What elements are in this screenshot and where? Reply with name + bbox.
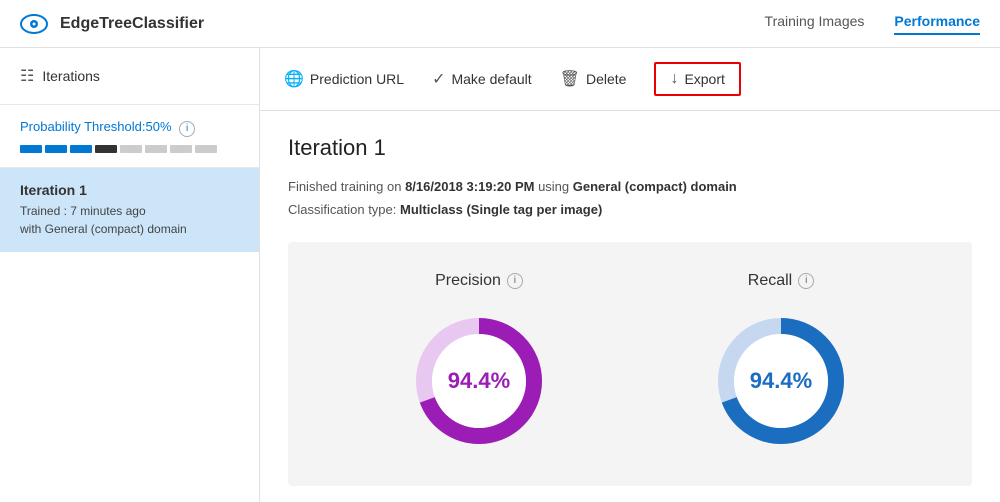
toolbar: 🌐 Prediction URL ✓ Make default 🗑 Delete… <box>260 48 1000 111</box>
performance-area: Iteration 1 Finished training on 8/16/20… <box>260 111 1000 502</box>
eye-icon <box>20 10 48 38</box>
iteration-trained-line2: with General (compact) domain <box>20 220 239 238</box>
charts-area: Precision i 94.4% <box>288 242 972 486</box>
recall-chart: Recall i 94.4% <box>706 272 856 456</box>
delete-button[interactable]: 🗑 Delete <box>560 69 627 89</box>
probability-slider[interactable] <box>20 145 239 153</box>
iterations-icon: ☷ <box>20 66 34 86</box>
prediction-url-button[interactable]: 🌐 Prediction URL <box>284 69 404 89</box>
precision-info-icon[interactable]: i <box>507 273 523 289</box>
export-icon: ↓ <box>670 70 678 88</box>
sidebar-title: Iterations <box>42 68 100 84</box>
sidebar-header: ☷ Iterations <box>0 48 259 105</box>
nav-training-images[interactable]: Training Images <box>765 13 865 35</box>
make-default-button[interactable]: ✓ Make default <box>432 69 532 89</box>
probability-section: Probability Threshold:50% i <box>0 105 259 168</box>
trash-icon: 🗑 <box>560 69 580 89</box>
probability-info-icon[interactable]: i <box>179 121 195 137</box>
sidebar: ☷ Iterations Probability Threshold:50% i… <box>0 48 260 502</box>
precision-chart: Precision i 94.4% <box>404 272 554 456</box>
precision-value: 94.4% <box>448 368 510 394</box>
app-title: EdgeTreeClassifier <box>60 15 765 33</box>
nav-performance[interactable]: Performance <box>894 13 980 35</box>
training-info: Finished training on 8/16/2018 3:19:20 P… <box>288 175 972 222</box>
layout: ☷ Iterations Probability Threshold:50% i… <box>0 48 1000 502</box>
main-content: 🌐 Prediction URL ✓ Make default 🗑 Delete… <box>260 48 1000 502</box>
globe-icon: 🌐 <box>284 69 304 89</box>
probability-label: Probability Threshold:50% i <box>20 119 239 137</box>
recall-donut: 94.4% <box>706 306 856 456</box>
recall-value: 94.4% <box>750 368 812 394</box>
export-button[interactable]: ↓ Export <box>654 62 740 96</box>
iteration-name: Iteration 1 <box>20 182 239 198</box>
iteration-title: Iteration 1 <box>288 135 972 161</box>
recall-info-icon[interactable]: i <box>798 273 814 289</box>
top-nav: EdgeTreeClassifier Training Images Perfo… <box>0 0 1000 48</box>
precision-title: Precision i <box>435 272 523 290</box>
precision-donut: 94.4% <box>404 306 554 456</box>
recall-title: Recall i <box>748 272 814 290</box>
check-icon: ✓ <box>432 69 445 89</box>
iteration-item[interactable]: Iteration 1 Trained : 7 minutes ago with… <box>0 168 259 252</box>
iteration-trained-line1: Trained : 7 minutes ago <box>20 202 239 220</box>
nav-links: Training Images Performance <box>765 13 980 35</box>
